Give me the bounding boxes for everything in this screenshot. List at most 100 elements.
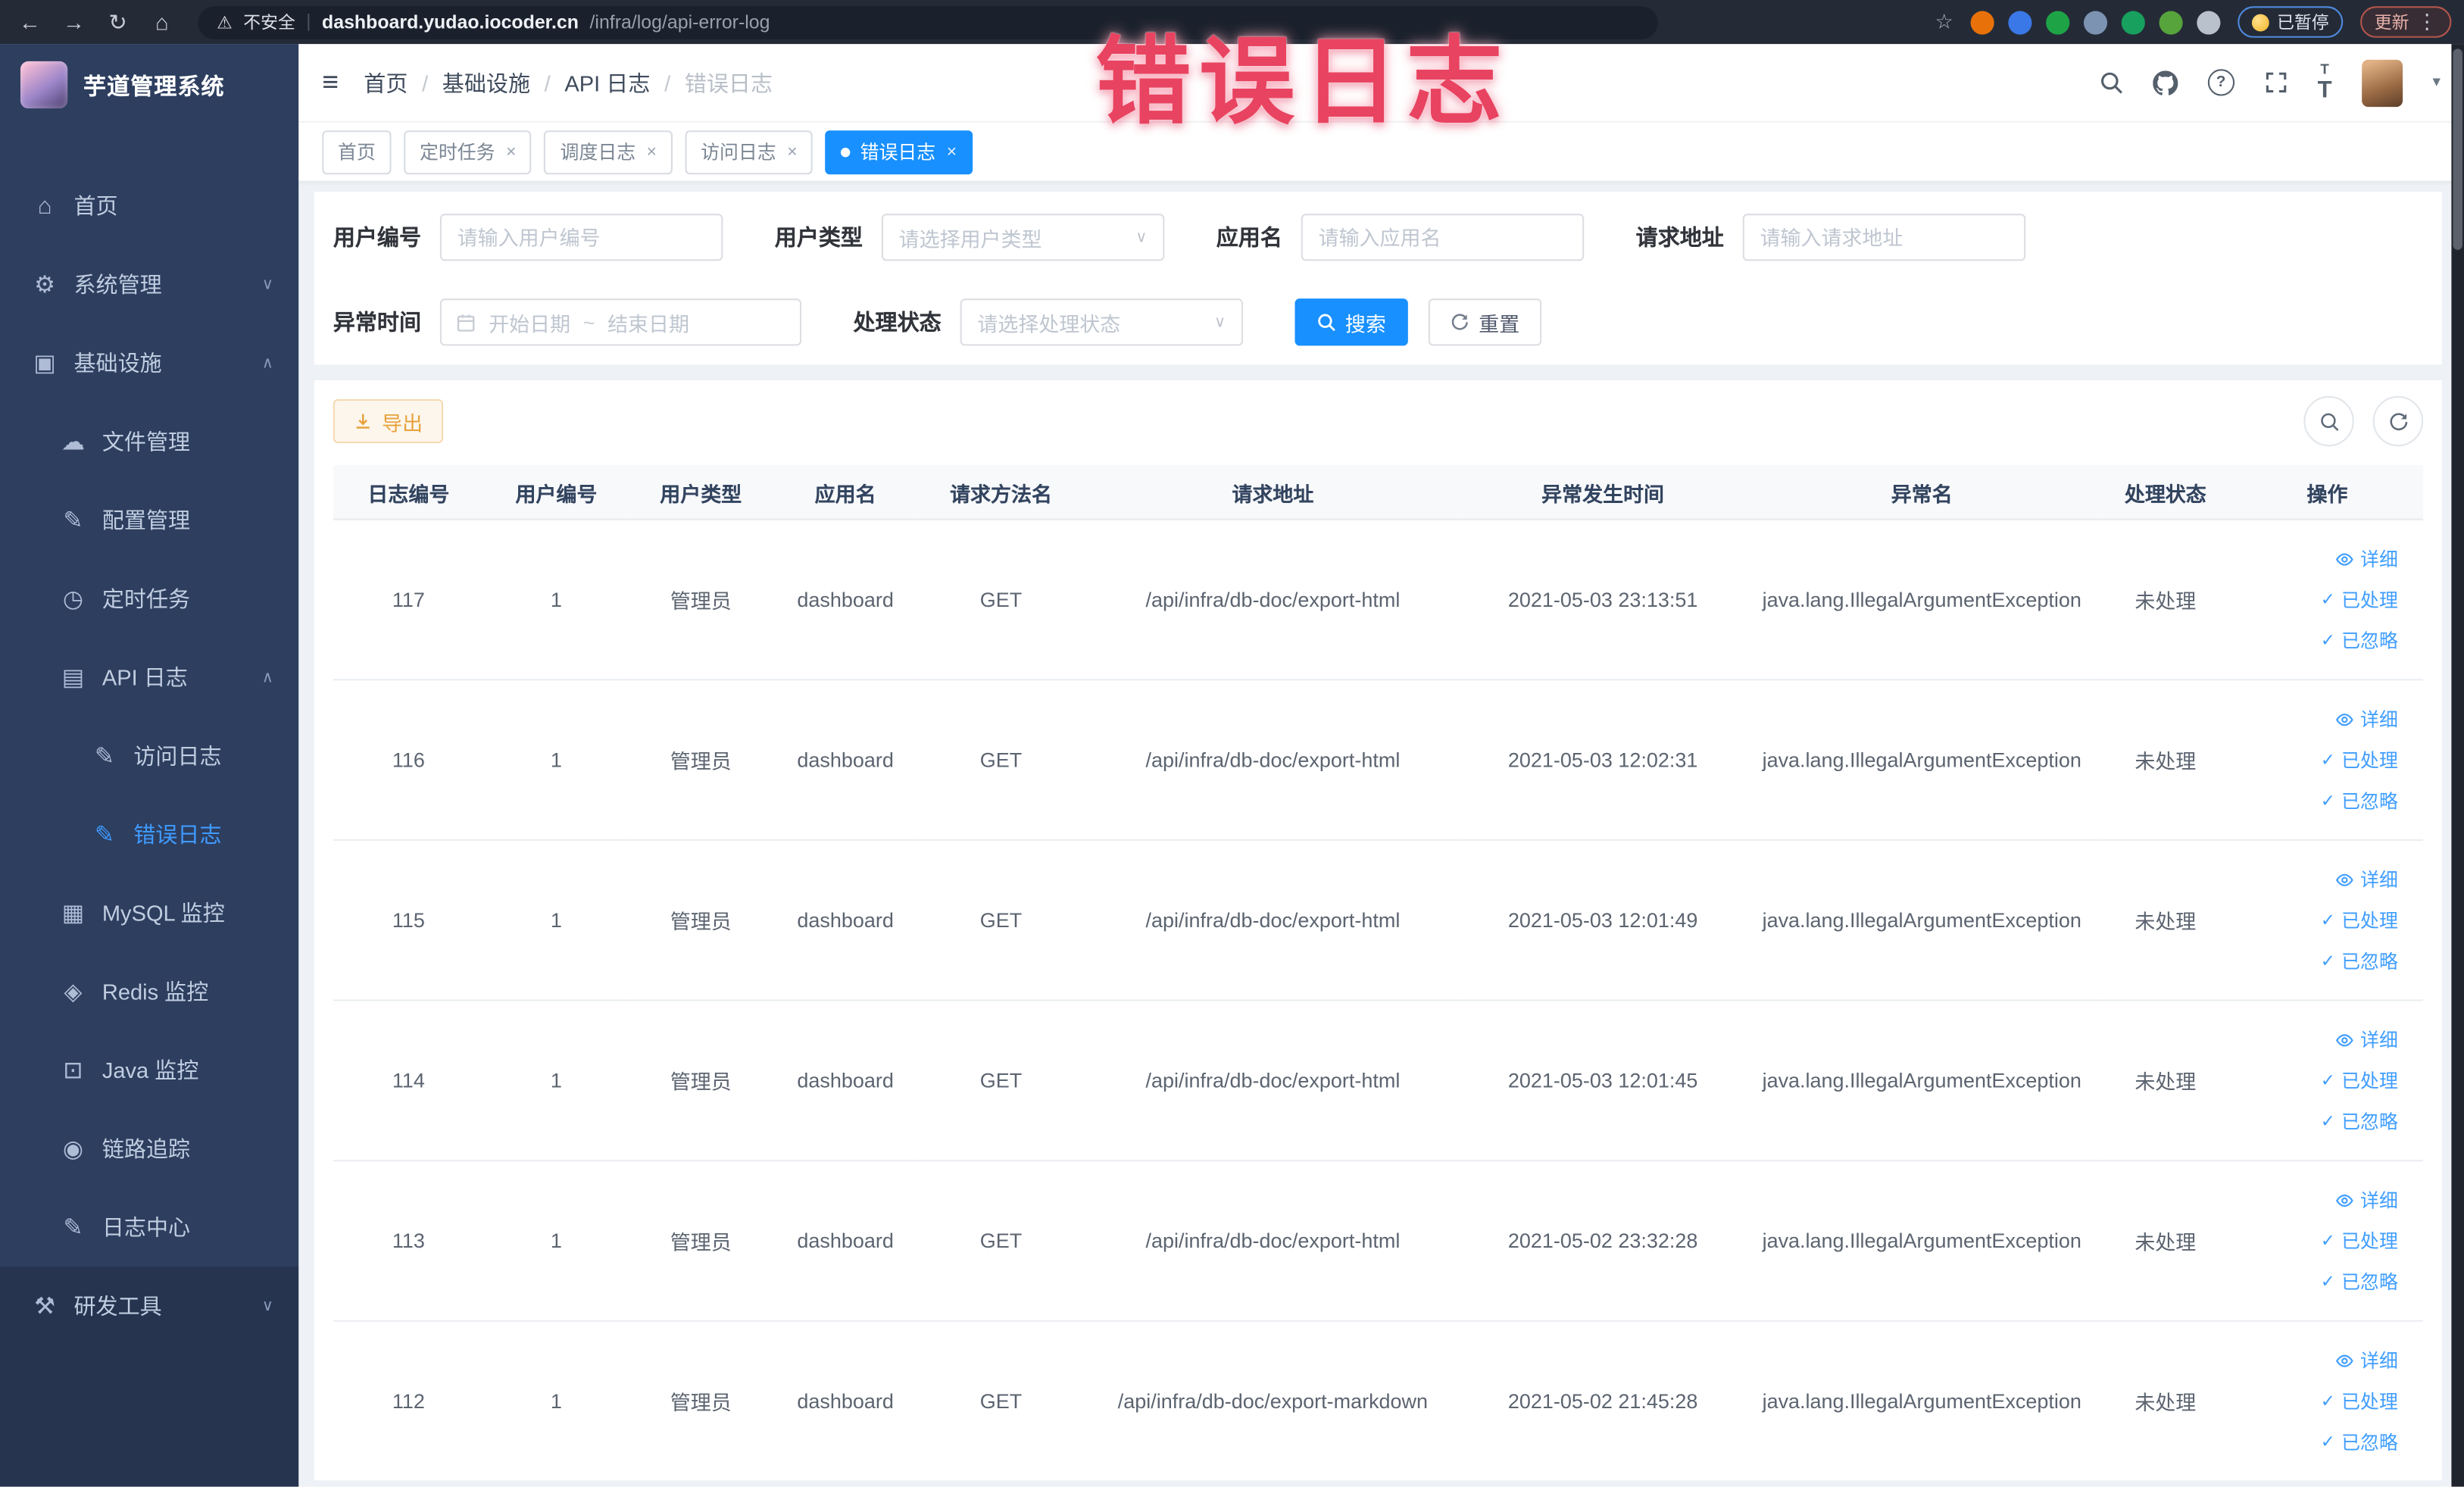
tab-item[interactable]: 首页: [322, 130, 392, 174]
sidebar-item-trace[interactable]: ◉ 链路追踪: [0, 1110, 298, 1189]
request-url-input[interactable]: [1742, 214, 2026, 261]
action-processed[interactable]: ✓ 已处理: [2321, 1381, 2398, 1422]
eye-icon: [2335, 1191, 2354, 1210]
sidebar-header[interactable]: 芋道管理系统: [0, 44, 298, 126]
menu-fold-icon[interactable]: ≡: [322, 66, 339, 99]
close-icon[interactable]: ×: [506, 142, 516, 161]
browser-back-icon[interactable]: ←: [13, 5, 48, 39]
breadcrumb-item[interactable]: API 日志: [564, 67, 650, 98]
action-label: 已处理: [2341, 749, 2398, 772]
extension-shield-icon[interactable]: [2008, 10, 2032, 34]
sidebar-item-config[interactable]: ✎ 配置管理: [0, 481, 298, 560]
browser-home-icon[interactable]: ⌂: [145, 5, 180, 39]
action-ignored[interactable]: ✓ 已忽略: [2321, 1421, 2398, 1462]
bookmark-star-icon[interactable]: ☆: [1935, 9, 1953, 34]
sidebar-item-api-log[interactable]: ▤ API 日志 ∧: [0, 638, 298, 717]
exception-time-range-input[interactable]: 开始日期 ~ 结束日期: [439, 298, 802, 346]
table-search-toggle-button[interactable]: [2303, 395, 2354, 447]
reset-button[interactable]: 重置: [1428, 298, 1542, 346]
action-ignored[interactable]: ✓ 已忽略: [2321, 620, 2398, 661]
address-bar[interactable]: ⚠ 不安全 | dashboard.yudao.iocoder.cn/infra…: [198, 5, 1658, 39]
sidebar-item-java[interactable]: ⊡ Java 监控: [0, 1031, 298, 1110]
sidebar-item-file[interactable]: ☁ 文件管理: [0, 402, 298, 481]
close-icon[interactable]: ×: [647, 142, 657, 161]
sidebar-item-schedule[interactable]: ◷ 定时任务: [0, 560, 298, 639]
sidebar-item-log-center[interactable]: ✎ 日志中心: [0, 1188, 298, 1267]
table-refresh-button[interactable]: [2372, 395, 2424, 447]
cell-method: GET: [917, 679, 1085, 841]
action-detail[interactable]: 详细: [2335, 1019, 2398, 1060]
breadcrumb-item[interactable]: 错误日志: [685, 67, 773, 98]
action-processed[interactable]: ✓ 已处理: [2321, 579, 2398, 620]
search-button[interactable]: 搜索: [1294, 298, 1408, 346]
action-label: 已忽略: [2341, 629, 2398, 652]
action-processed[interactable]: ✓ 已处理: [2321, 739, 2398, 780]
check-icon: ✓: [2320, 591, 2335, 610]
browser-forward-icon[interactable]: →: [57, 5, 92, 39]
github-icon[interactable]: [2152, 70, 2178, 95]
action-processed[interactable]: ✓ 已处理: [2321, 900, 2398, 941]
sidebar-item-access-log[interactable]: ✎ 访问日志: [0, 717, 298, 795]
column-header: 请求地址: [1084, 465, 1462, 520]
security-warning-icon[interactable]: ⚠: [217, 12, 232, 33]
action-detail[interactable]: 详细: [2335, 1179, 2398, 1220]
extension-green-check-icon[interactable]: [2046, 10, 2070, 34]
sidebar-item-mysql[interactable]: ▦ MySQL 监控: [0, 873, 298, 952]
sidebar-item-gear[interactable]: ⚙ 系统管理 ∨: [0, 245, 298, 324]
fullscreen-icon[interactable]: [2264, 70, 2288, 94]
action-ignored[interactable]: ✓ 已忽略: [2321, 1261, 2398, 1302]
sidebar-item-home[interactable]: ⌂ 首页: [0, 167, 298, 245]
process-status-select[interactable]: 请选择处理状态 ∨: [960, 298, 1244, 346]
extension-on-toggle-icon[interactable]: [2121, 10, 2145, 34]
breadcrumb-item[interactable]: 基础设施: [442, 67, 530, 98]
app-name-input[interactable]: [1301, 214, 1585, 261]
close-icon[interactable]: ×: [947, 142, 957, 161]
sidebar-item-label: 链路追踪: [101, 1136, 191, 1162]
sidebar-item-infrastructure[interactable]: ▣ 基础设施 ∧: [0, 323, 298, 402]
tab-item[interactable]: 访问日志 ×: [685, 130, 814, 174]
action-ignored[interactable]: ✓ 已忽略: [2321, 941, 2398, 982]
action-ignored[interactable]: ✓ 已忽略: [2321, 1101, 2398, 1142]
extension-grid-icon[interactable]: [2083, 10, 2108, 34]
extension-orange-icon[interactable]: [1970, 10, 1994, 34]
action-label: 已处理: [2341, 910, 2398, 932]
search-icon[interactable]: [2099, 70, 2122, 94]
action-detail[interactable]: 详细: [2335, 539, 2398, 579]
sidebar-item-label: 访问日志: [133, 743, 222, 769]
tab-item[interactable]: 错误日志 ×: [825, 130, 973, 174]
action-detail[interactable]: 详细: [2335, 859, 2398, 900]
action-detail[interactable]: 详细: [2335, 698, 2398, 739]
action-detail[interactable]: 详细: [2335, 1340, 2398, 1381]
cell-user-id: 1: [483, 1320, 629, 1481]
browser-update-button[interactable]: 更新 ⋮: [2360, 6, 2452, 38]
sidebar-item-redis[interactable]: ◈ Redis 监控: [0, 952, 298, 1031]
font-size-icon[interactable]: TT: [2318, 61, 2332, 104]
close-icon[interactable]: ×: [787, 142, 797, 161]
browser-reload-icon[interactable]: ↻: [101, 5, 136, 39]
paused-extension-badge[interactable]: 已暂停: [2238, 6, 2344, 38]
user-type-select[interactable]: 请选择用户类型 ∨: [881, 214, 1165, 261]
extension-puzzle-icon[interactable]: [2197, 10, 2221, 34]
action-processed[interactable]: ✓ 已处理: [2321, 1060, 2398, 1101]
action-processed[interactable]: ✓ 已处理: [2321, 1220, 2398, 1261]
sidebar-item-error-log[interactable]: ✎ 错误日志: [0, 795, 298, 874]
action-label: 详细: [2360, 548, 2398, 571]
user-id-input[interactable]: [439, 214, 723, 261]
sidebar-item-devtools[interactable]: ⚒ 研发工具 ∨: [0, 1267, 298, 1345]
chevron-down-icon: ∨: [1213, 313, 1226, 331]
tab-item[interactable]: 定时任务 ×: [404, 130, 532, 174]
export-button[interactable]: 导出: [333, 398, 444, 444]
error-log-icon: ✎: [94, 822, 114, 849]
breadcrumb-item[interactable]: 首页: [364, 67, 408, 98]
cell-request-url: /api/infra/db-doc/export-html: [1084, 679, 1462, 841]
action-ignored[interactable]: ✓ 已忽略: [2321, 780, 2398, 821]
scrollbar-thumb[interactable]: [2453, 48, 2462, 250]
eye-icon: [2335, 1030, 2354, 1049]
cell-actions: 详细 ✓ 已处理 ✓ 已忽略: [2231, 839, 2424, 1001]
extension-leaf-icon[interactable]: [2159, 10, 2183, 34]
help-icon[interactable]: ?: [2207, 69, 2234, 96]
tab-item[interactable]: 调度日志 ×: [544, 130, 673, 174]
paused-badge-label: 已暂停: [2277, 14, 2329, 33]
user-avatar[interactable]: [2362, 58, 2403, 107]
user-menu-caret-icon[interactable]: ▾: [2432, 74, 2440, 92]
